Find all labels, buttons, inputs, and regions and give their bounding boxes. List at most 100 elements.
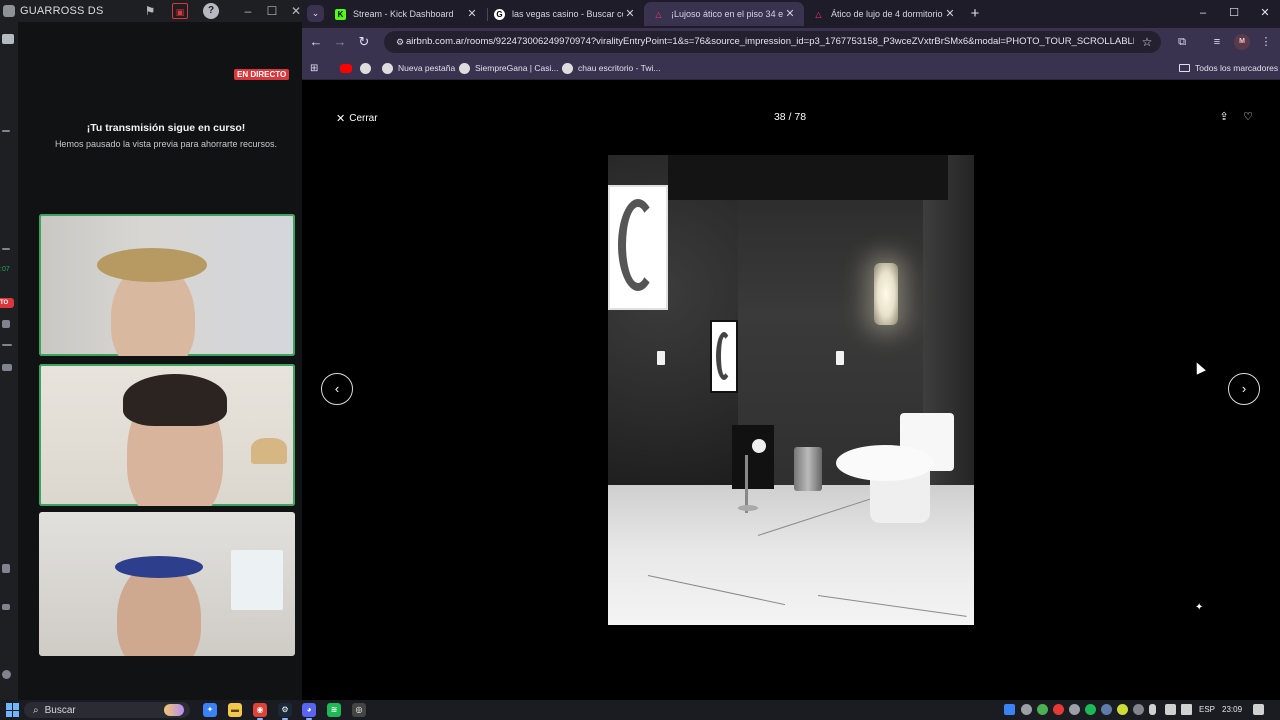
maximize-icon[interactable]: ☐ <box>264 3 280 19</box>
tab-google-search[interactable]: G las vegas casino - Buscar con G ✕ <box>485 2 644 26</box>
settings-icon[interactable] <box>2 670 11 679</box>
tab-label: ¡Lujoso ático en el piso 34 en LV <box>671 9 783 19</box>
bookmark-globe[interactable] <box>360 60 376 76</box>
steam-app-icon[interactable]: ⚙ <box>278 703 292 720</box>
heart-icon[interactable]: ♡ <box>1240 109 1256 125</box>
obs-app-icon[interactable]: ◎ <box>352 703 366 717</box>
screen-share-icon[interactable] <box>2 564 10 573</box>
tab-close-icon[interactable]: ✕ <box>943 7 957 21</box>
globe-icon <box>459 62 470 74</box>
participant-video-tile[interactable] <box>39 364 295 506</box>
menu-icon[interactable]: ⋮ <box>1257 33 1275 51</box>
minimize-icon[interactable]: – <box>1192 4 1214 22</box>
tray-app-icon[interactable] <box>1085 704 1096 715</box>
copilot-app-icon[interactable]: ✦ <box>203 703 217 717</box>
new-tab-button[interactable]: + <box>966 5 984 23</box>
tray-app-icon[interactable] <box>1117 704 1128 715</box>
next-photo-button[interactable]: › <box>1228 373 1260 405</box>
camera-icon[interactable] <box>2 364 12 371</box>
close-icon[interactable]: ✕ <box>1254 4 1276 22</box>
tray-app-icon[interactable] <box>1021 704 1032 715</box>
sparkle-icon[interactable]: ✦ <box>1195 602 1203 613</box>
tray-app-icon[interactable] <box>1004 704 1015 715</box>
live-badge: EN DIRECTO <box>234 69 290 80</box>
search-highlight-icon <box>164 704 184 716</box>
wall-sconce <box>874 263 898 325</box>
participant-video-tile[interactable] <box>39 214 295 356</box>
bookmark-star-icon[interactable]: ☆ <box>1139 34 1155 50</box>
close-button[interactable]: ✕ Cerrar <box>336 110 378 126</box>
url-text[interactable]: airbnb.com.ar/rooms/922473006249970974?v… <box>406 36 1134 47</box>
windows-taskbar: ⌕ Buscar ✦ ▬ ◉ ⚙ ◕ ≋ ◎ ESP 23:09 <box>0 700 1280 720</box>
record-icon[interactable]: ▣ <box>172 3 188 19</box>
tab-airbnb-active[interactable]: △ ¡Lujoso ático en el piso 34 en LV ✕ <box>644 2 804 26</box>
brush-holder-base <box>738 505 758 511</box>
listing-photo <box>608 155 974 625</box>
clock[interactable]: 23:09 <box>1222 705 1242 714</box>
bookmark-youtube[interactable] <box>340 60 357 76</box>
start-button[interactable] <box>6 703 20 717</box>
close-label: Cerrar <box>349 112 378 124</box>
media-controls-icon[interactable]: ≡ <box>1208 33 1226 51</box>
rail-live-badge: TO <box>0 298 14 308</box>
tab-close-icon[interactable]: ✕ <box>623 7 637 21</box>
address-bar[interactable]: ⚙ airbnb.com.ar/rooms/922473006249970974… <box>384 31 1161 53</box>
photo-ceiling <box>668 155 948 200</box>
forward-button[interactable]: → <box>331 33 349 51</box>
disconnect-icon[interactable] <box>2 604 10 610</box>
extensions-icon[interactable]: ⧉ <box>1173 33 1191 51</box>
close-icon: ✕ <box>336 112 346 125</box>
tray-app-icon[interactable] <box>1133 704 1144 715</box>
discord-app-icon[interactable]: ◕ <box>302 703 316 720</box>
share-icon[interactable]: ⇪ <box>1216 109 1232 125</box>
tab-kick-dashboard[interactable]: K Stream - Kick Dashboard ✕ <box>326 2 486 26</box>
tab-airbnb-2[interactable]: △ Ático de lujo de 4 dormitorios c ✕ <box>804 2 964 26</box>
participant-video-tile[interactable] <box>39 512 295 656</box>
maximize-icon[interactable]: ☐ <box>1223 4 1245 22</box>
hat-shape <box>97 248 207 282</box>
tab-close-icon[interactable]: ✕ <box>783 7 797 21</box>
chrome-app-icon[interactable]: ◉ <box>253 703 267 720</box>
divider <box>2 344 12 346</box>
globe-icon <box>360 62 371 74</box>
spotify-app-icon[interactable]: ≋ <box>327 703 341 717</box>
tray-app-icon[interactable] <box>1101 704 1112 715</box>
mouse-cursor <box>1192 360 1206 375</box>
volume-icon[interactable] <box>1181 704 1192 715</box>
search-icon: ⌕ <box>33 704 39 716</box>
notifications-icon[interactable] <box>1253 704 1264 715</box>
chevron-left-icon: ‹ <box>334 381 340 396</box>
previous-photo-button[interactable]: ‹ <box>321 373 353 405</box>
headset-shape <box>115 556 203 578</box>
tab-search-button[interactable]: ⌄ <box>307 5 324 22</box>
tab-label: las vegas casino - Buscar con G <box>512 9 623 19</box>
tab-label: Stream - Kick Dashboard <box>353 9 454 19</box>
apps-grid-icon[interactable]: ⊞ <box>310 60 318 76</box>
airbnb-favicon-icon: △ <box>815 9 822 19</box>
art-shape <box>618 199 658 291</box>
tray-app-icon[interactable] <box>1037 704 1048 715</box>
help-icon[interactable]: ? <box>203 3 219 19</box>
microphone-icon[interactable] <box>1149 704 1156 715</box>
minimize-icon[interactable]: – <box>240 3 256 19</box>
mic-icon[interactable] <box>2 320 10 328</box>
all-bookmarks-folder[interactable]: Todos los marcadores <box>1179 60 1278 76</box>
network-icon[interactable] <box>1165 704 1176 715</box>
back-button[interactable]: ← <box>307 33 325 51</box>
plus-icon-2[interactable] <box>2 248 10 250</box>
reload-button[interactable]: ↻ <box>355 33 373 51</box>
add-server-icon[interactable] <box>2 34 14 44</box>
profile-avatar[interactable]: M <box>1234 34 1250 50</box>
bookmark-new-tab[interactable]: Nueva pestaña <box>382 60 455 76</box>
tray-app-icon[interactable] <box>1053 704 1064 715</box>
bookmark-twitter[interactable]: chau escritorio - Twi... <box>562 60 661 76</box>
language-indicator[interactable]: ESP <box>1199 705 1215 714</box>
file-explorer-app-icon[interactable]: ▬ <box>228 703 242 717</box>
plus-icon[interactable] <box>2 130 10 132</box>
tray-app-icon[interactable] <box>1069 704 1080 715</box>
tab-close-icon[interactable]: ✕ <box>465 7 479 21</box>
taskbar-search[interactable]: ⌕ Buscar <box>24 702 190 718</box>
flag-icon[interactable]: ⚑ <box>142 3 158 19</box>
site-info-icon[interactable]: ⚙ <box>393 35 407 49</box>
bookmark-siempregana[interactable]: SiempreGana | Casi... <box>459 60 558 76</box>
